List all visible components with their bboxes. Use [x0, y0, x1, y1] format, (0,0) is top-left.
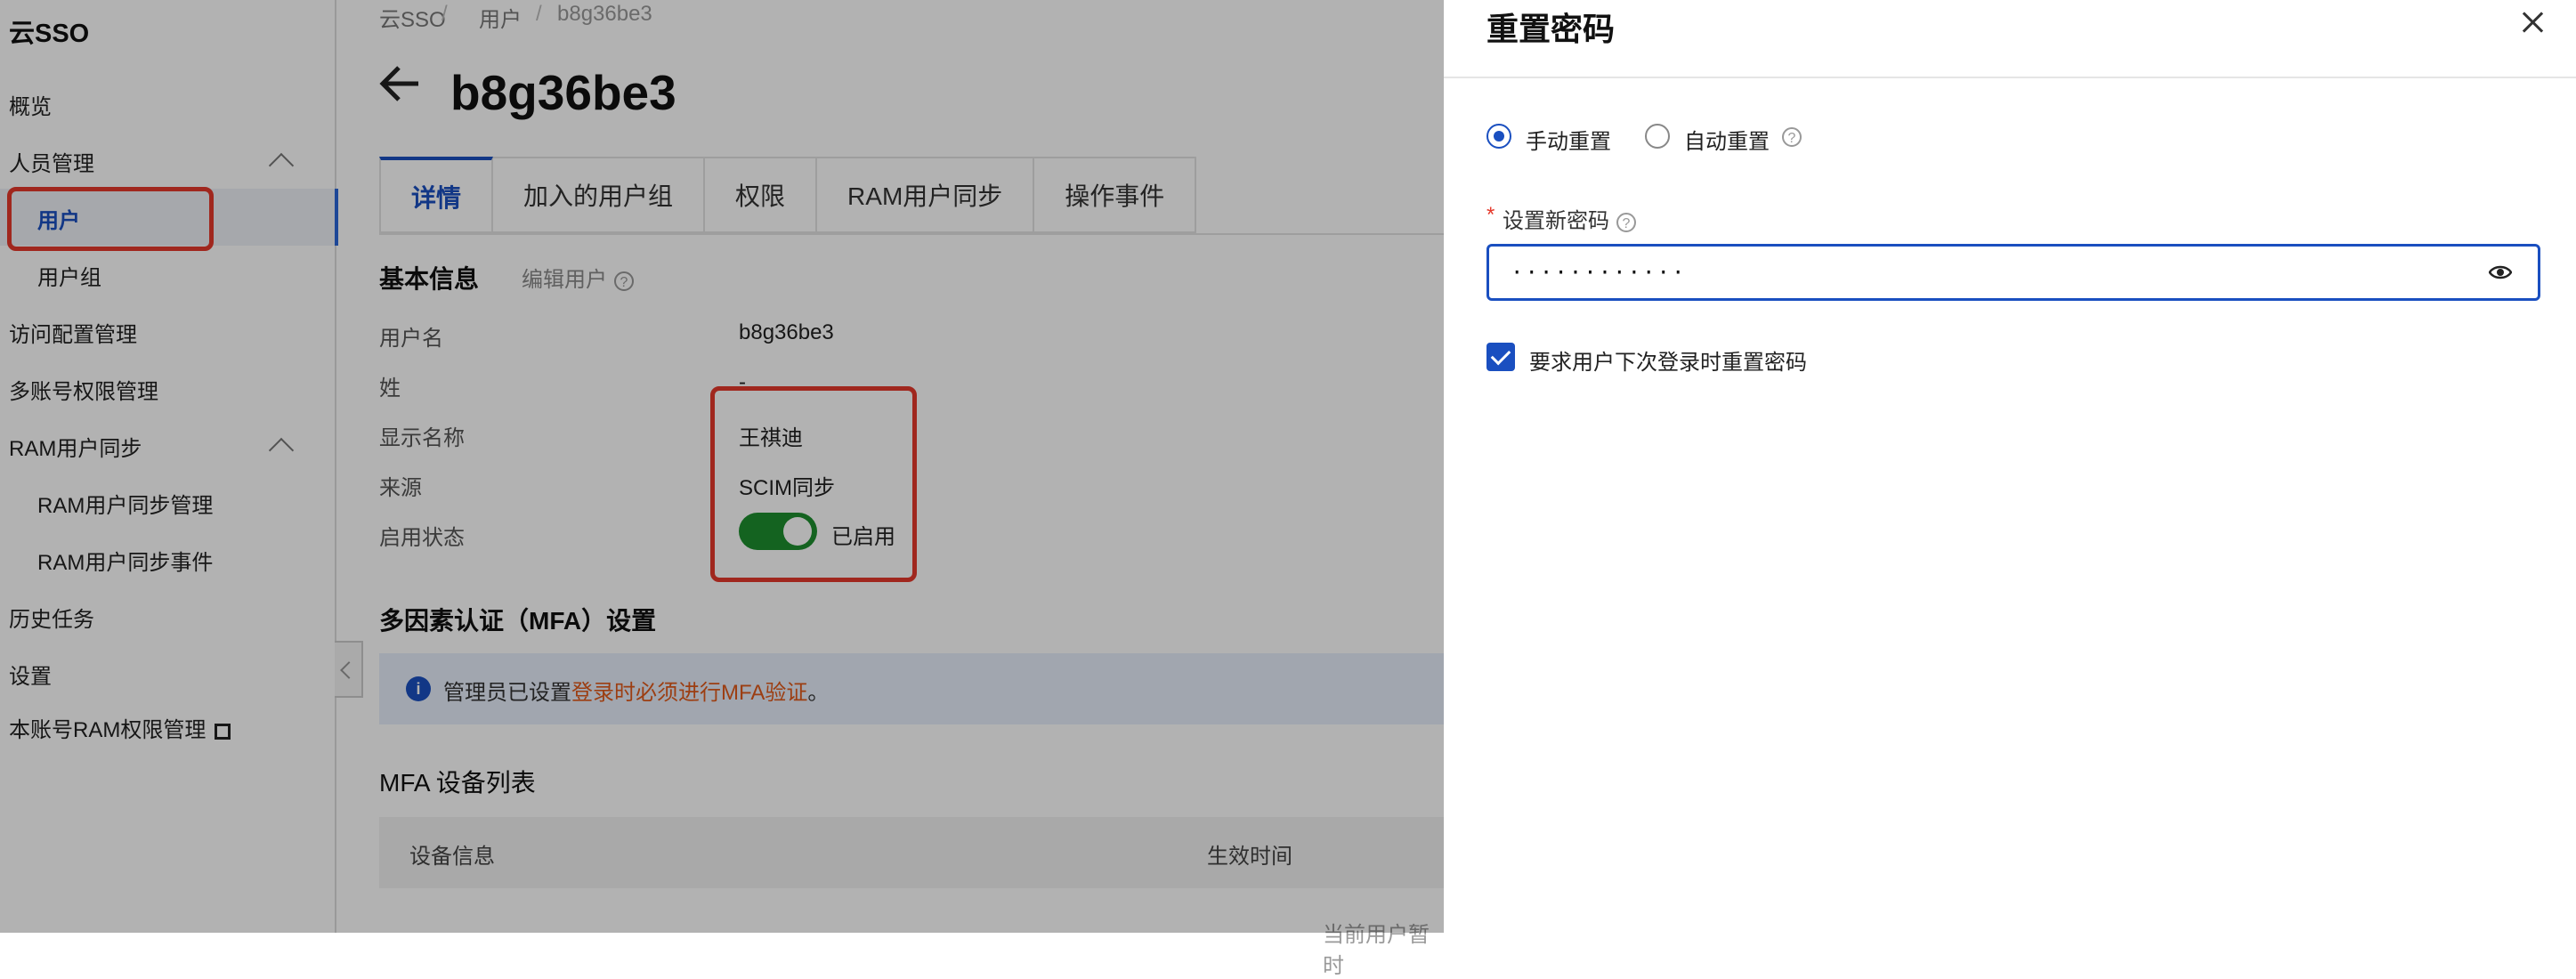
radio-auto-reset[interactable] [1645, 124, 1670, 149]
radio-auto-reset-label[interactable]: 自动重置 [1684, 124, 1770, 155]
eye-icon[interactable] [2489, 262, 2512, 283]
reset-password-drawer: 重置密码 手动重置 自动重置 ? * 设置新密码? 要求用户下次登录时重置密码 [1444, 0, 2576, 933]
password-field-label: 设置新密码? [1503, 203, 1636, 234]
help-icon[interactable]: ? [1616, 212, 1636, 232]
required-mark: * [1486, 203, 1495, 227]
close-icon[interactable] [2517, 7, 2549, 39]
new-password-input[interactable] [1486, 244, 2540, 301]
drawer-title: 重置密码 [1486, 11, 1616, 47]
radio-manual-reset-label[interactable]: 手动重置 [1526, 124, 1611, 155]
radio-manual-reset[interactable] [1486, 124, 1511, 149]
require-reset-label[interactable]: 要求用户下次登录时重置密码 [1529, 344, 1807, 376]
modal-overlay[interactable] [0, 0, 1444, 933]
drawer-divider [1444, 77, 2576, 78]
require-reset-checkbox[interactable] [1486, 343, 1515, 371]
password-label-text: 设置新密码 [1503, 209, 1609, 233]
help-icon[interactable]: ? [1782, 127, 1802, 147]
app-window: 云SSO 概览 人员管理 用户 用户组 访问配置管理 多账号权限管理 RAM用户… [0, 0, 2576, 978]
